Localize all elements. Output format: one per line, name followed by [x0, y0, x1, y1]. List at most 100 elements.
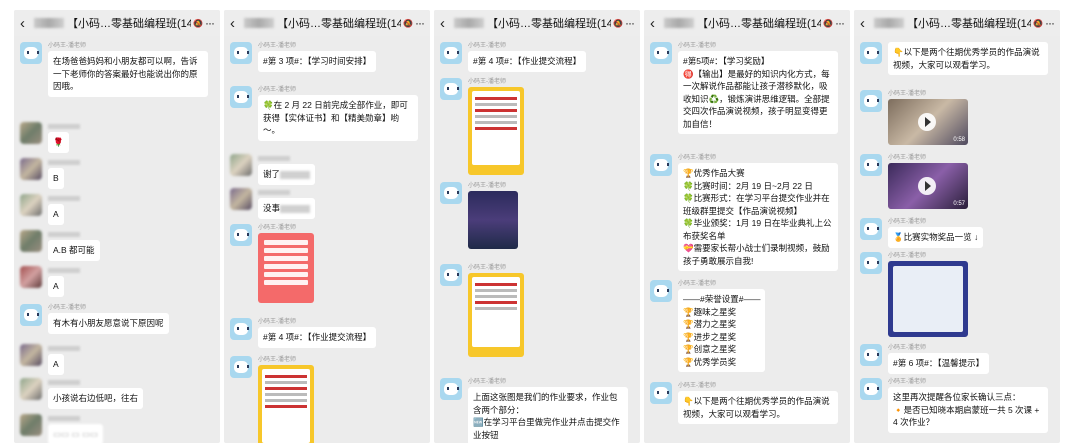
avatar[interactable] — [860, 90, 882, 112]
message-list[interactable]: 小码王-潘老师 #第 4 项#：【作业提交流程】 小码王-潘老师 小码王-潘老师… — [434, 38, 640, 443]
chat-header: ‹ 【小码…零基础编程班(143) 🔕 ··· — [224, 10, 430, 36]
avatar[interactable] — [650, 382, 672, 404]
avatar[interactable] — [860, 344, 882, 366]
message-bubble[interactable]: 这里再次提醒各位家长确认三点： 🔸是否已知晓本期启蒙班一共 5 次课 +4 次作业… — [888, 387, 1048, 433]
message-bubble[interactable]: 谢了 — [258, 164, 316, 185]
message-bubble[interactable]: B — [48, 168, 64, 189]
message-text: 💝需要家长帮小战士们录制视频，鼓励孩子勇敢展示自我! — [683, 243, 830, 266]
avatar[interactable] — [860, 378, 882, 400]
avatar[interactable] — [230, 224, 252, 246]
video-thumbnail[interactable]: 0:58 — [888, 99, 968, 145]
message-bubble[interactable]: ——#荣誉设置#—— 🏆趣味之星奖 🏆潜力之星奖 🏆进步之星奖 🏆创意之星奖 🏆优秀学员奖 — [678, 289, 766, 372]
more-icon[interactable]: ··· — [415, 16, 425, 30]
avatar[interactable] — [230, 188, 252, 210]
avatar[interactable] — [20, 378, 42, 400]
message-bubble[interactable]: A — [48, 204, 64, 225]
message-bubble[interactable]: 没事 — [258, 198, 316, 219]
chevron-left-icon[interactable]: ‹ — [860, 15, 868, 32]
requirement-poster-image[interactable] — [468, 273, 524, 357]
message-text: 🏆优秀学员奖 — [683, 356, 737, 367]
message-bubble[interactable]: #第 3 项#：【学习时间安排】 — [258, 51, 377, 72]
message: 小码王-潘老师 #第 3 项#：【学习时间安排】 — [230, 42, 424, 72]
avatar[interactable] — [20, 304, 42, 326]
avatar[interactable] — [650, 280, 672, 302]
avatar[interactable] — [230, 42, 252, 64]
avatar[interactable] — [860, 42, 882, 64]
sender-name: 小码王-潘老师 — [888, 155, 926, 161]
chat-header: ‹ 【小码…零基础编程班(143) 🔕 ··· — [434, 10, 640, 36]
avatar[interactable] — [20, 344, 42, 366]
chevron-left-icon[interactable]: ‹ — [20, 15, 28, 32]
homework-poster-image[interactable] — [258, 365, 314, 443]
chat-title: 【小码…零基础编程班(143) — [487, 18, 612, 30]
avatar[interactable] — [20, 414, 42, 436]
video-thumbnail[interactable]: 0:57 — [888, 163, 968, 209]
avatar[interactable] — [20, 122, 42, 144]
avatar[interactable] — [20, 230, 42, 252]
schedule-poster-image[interactable] — [258, 233, 314, 303]
more-icon[interactable]: ··· — [835, 16, 845, 30]
avatar[interactable] — [20, 266, 42, 288]
message-bubble[interactable]: 上面这张图是我们的作业要求，作业包含两个部分： 🆕在学习平台里做完作业并点击提交作… — [468, 387, 628, 443]
more-icon[interactable]: ··· — [625, 16, 635, 30]
message: 小码王-潘老师 — [230, 356, 424, 443]
avatar[interactable] — [230, 86, 252, 108]
avatar[interactable] — [20, 158, 42, 180]
avatar[interactable] — [860, 252, 882, 274]
avatar[interactable] — [650, 42, 672, 64]
message-bubble[interactable]: A.B 都可能 — [48, 240, 100, 261]
homework-poster-image[interactable] — [468, 87, 524, 175]
more-icon[interactable]: ··· — [205, 16, 215, 30]
screenshot-image[interactable] — [468, 191, 518, 249]
message-list[interactable]: 小码王-潘老师 #第 3 项#：【学习时间安排】 小码王-潘老师 🍀在 2 月 … — [224, 38, 430, 443]
message-bubble[interactable]: A — [48, 276, 64, 297]
avatar[interactable] — [440, 378, 462, 400]
sender-name — [258, 190, 290, 195]
prize-image[interactable] — [888, 261, 968, 337]
message: 小码王-潘老师 — [440, 264, 634, 357]
play-icon[interactable] — [918, 177, 936, 195]
message-list[interactable]: 小码王-潘老师 #第5项#：【学习奖励】 🉐【输出】是最好的知识内化方式，每一次解… — [644, 38, 850, 443]
message-bubble[interactable]: 小孩说右边低吧，往右 — [48, 388, 144, 409]
chevron-left-icon[interactable]: ‹ — [650, 15, 658, 32]
avatar[interactable] — [20, 194, 42, 216]
sender-name: 小码王-潘老师 — [678, 281, 716, 287]
message-bubble[interactable]: #第 4 项#：【作业提交流程】 — [468, 51, 587, 72]
message-bubble[interactable]: 🏅比赛实物奖品一览 ↓ — [888, 227, 984, 248]
avatar[interactable] — [230, 318, 252, 340]
message-bubble[interactable]: #第5项#：【学习奖励】 🉐【输出】是最好的知识内化方式，每一次解说作品都能让孩子… — [678, 51, 838, 134]
message: A — [20, 194, 214, 225]
message-bubble[interactable]: 🍀在 2 月 22 日前完成全部作业，即可获得【实体证书】和【精美勋章】哟～。 — [258, 95, 418, 141]
avatar[interactable] — [440, 42, 462, 64]
message-bubble[interactable]: 在场爸爸妈妈和小朋友都可以啊，告诉一下老师你的答案最好也能说出你的原因哦。 — [48, 51, 208, 97]
message: A.B 都可能 — [20, 230, 214, 261]
avatar[interactable] — [860, 154, 882, 176]
chevron-left-icon[interactable]: ‹ — [230, 15, 238, 32]
play-icon[interactable] — [918, 113, 936, 131]
message-bubble[interactable]: #第 4 项#：【作业提交流程】 — [258, 327, 377, 348]
avatar[interactable] — [230, 154, 252, 176]
avatar[interactable] — [230, 356, 252, 378]
avatar[interactable] — [20, 42, 42, 64]
avatar[interactable] — [440, 182, 462, 204]
message: A — [20, 266, 214, 297]
message-text: 上面这张图是我们的作业要求，作业包含两个部分： — [473, 392, 618, 415]
message-bubble[interactable]: 🏆优秀作品大赛 🍀比赛时间：2月 19 日~2月 22 日 🍀比赛形式：在学习平台提… — [678, 163, 838, 271]
message-bubble[interactable]: 🌹 — [48, 132, 69, 153]
message-list[interactable]: 👇以下是两个往期优秀学员的作品演说视频，大家可以观看学习。 小码王-潘老师 0:… — [854, 38, 1060, 443]
avatar[interactable] — [650, 154, 672, 176]
message-bubble[interactable]: 👇以下是两个往期优秀学员的作品演说视频，大家可以观看学习。 — [678, 391, 838, 424]
message-list[interactable]: 小码王-潘老师 在场爸爸妈妈和小朋友都可以啊，告诉一下老师你的答案最好也能说出你… — [14, 38, 220, 443]
message-bubble[interactable]: #第 6 项#：【温馨提示】 — [888, 353, 990, 374]
message-bubble[interactable]: 👇以下是两个往期优秀学员的作品演说视频，大家可以观看学习。 — [888, 42, 1048, 75]
message-text: 🉐【输出】是最好的知识内化方式，每一次解说作品都能让孩子潜移默化，吸收知识♻️，… — [683, 68, 830, 129]
avatar[interactable] — [440, 264, 462, 286]
avatar[interactable] — [860, 218, 882, 240]
message-bubble[interactable]: ▭▭ ▭ ▭▭ — [48, 424, 103, 443]
chevron-left-icon[interactable]: ‹ — [440, 15, 448, 32]
message-bubble[interactable]: 有木有小朋友愿意说下原因呢 — [48, 313, 169, 334]
message-bubble[interactable]: A — [48, 354, 64, 375]
chat-title: 【小码…零基础编程班(143) — [907, 18, 1032, 30]
avatar[interactable] — [440, 78, 462, 100]
more-icon[interactable]: ··· — [1045, 16, 1055, 30]
